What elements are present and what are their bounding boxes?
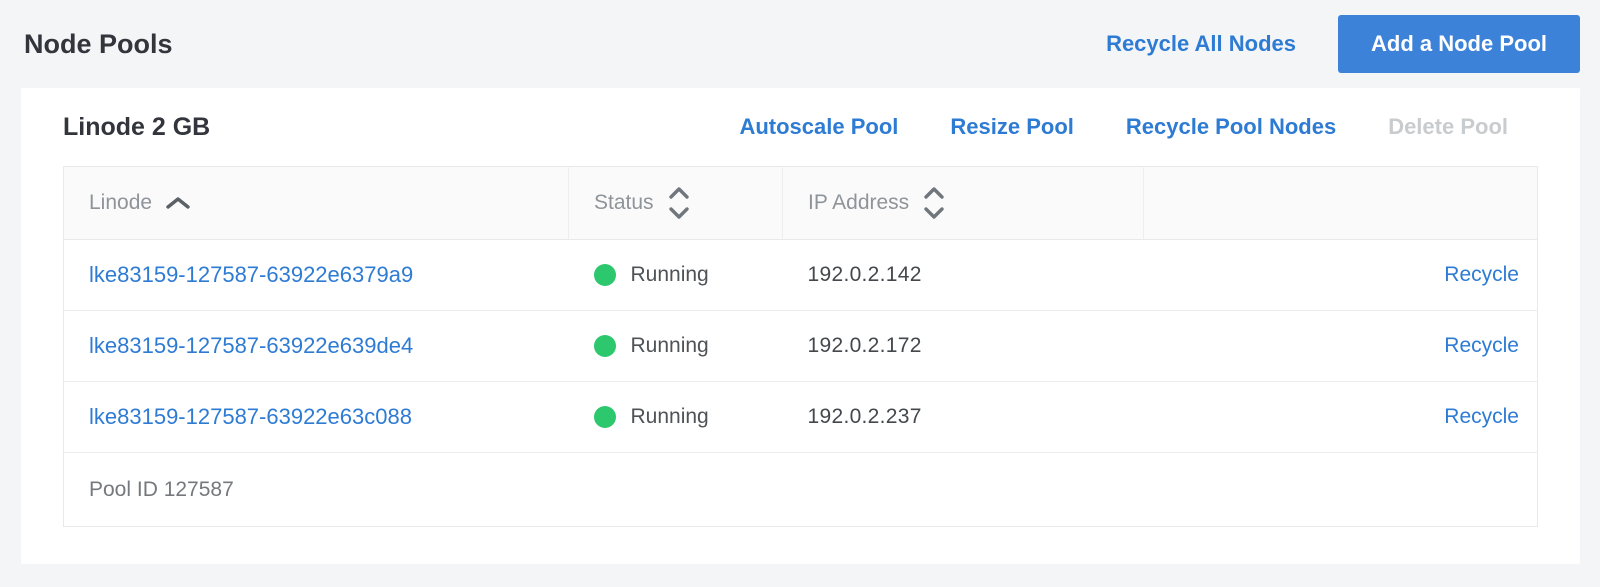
- status-cell: Running: [569, 240, 783, 311]
- linode-link[interactable]: lke83159-127587-63922e639de4: [89, 333, 413, 358]
- linode-link[interactable]: lke83159-127587-63922e63c088: [89, 404, 412, 429]
- autoscale-pool-link[interactable]: Autoscale Pool: [739, 114, 898, 140]
- linode-cell: lke83159-127587-63922e6379a9: [64, 240, 569, 311]
- page-title: Node Pools: [24, 29, 173, 60]
- linode-cell: lke83159-127587-63922e63c088: [64, 382, 569, 453]
- pool-name: Linode 2 GB: [63, 113, 739, 142]
- column-header-status-label: Status: [594, 191, 654, 215]
- status-label: Running: [631, 334, 709, 358]
- pool-id-label: Pool ID 127587: [64, 453, 1538, 527]
- ip-address: 192.0.2.172: [808, 334, 922, 357]
- status-running-icon: [594, 335, 616, 357]
- recycle-pool-nodes-link[interactable]: Recycle Pool Nodes: [1126, 114, 1336, 140]
- resize-pool-link[interactable]: Resize Pool: [950, 114, 1073, 140]
- recycle-node-link[interactable]: Recycle: [1444, 334, 1519, 357]
- pool-actions: Autoscale Pool Resize Pool Recycle Pool …: [739, 114, 1508, 140]
- node-pool-card: Linode 2 GB Autoscale Pool Resize Pool R…: [21, 88, 1580, 564]
- status-label: Running: [631, 263, 709, 287]
- table-row: lke83159-127587-63922e639de4 Running 192…: [64, 311, 1538, 382]
- delete-pool-link: Delete Pool: [1388, 114, 1508, 140]
- column-header-actions: [1144, 167, 1538, 240]
- ip-address: 192.0.2.237: [808, 405, 922, 428]
- table-header-row: Linode Status: [64, 167, 1538, 240]
- recycle-node-link[interactable]: Recycle: [1444, 405, 1519, 428]
- column-header-ip-address-label: IP Address: [808, 191, 909, 215]
- row-action-cell: Recycle: [1144, 382, 1538, 453]
- add-node-pool-button[interactable]: Add a Node Pool: [1338, 15, 1580, 73]
- linode-link[interactable]: lke83159-127587-63922e6379a9: [89, 262, 413, 287]
- linode-cell: lke83159-127587-63922e639de4: [64, 311, 569, 382]
- status-running-icon: [594, 406, 616, 428]
- column-header-ip-address[interactable]: IP Address: [783, 167, 1144, 240]
- page-header: Node Pools Recycle All Nodes Add a Node …: [0, 0, 1600, 88]
- table-row: lke83159-127587-63922e63c088 Running 192…: [64, 382, 1538, 453]
- table-row: lke83159-127587-63922e6379a9 Running 192…: [64, 240, 1538, 311]
- status-cell: Running: [569, 311, 783, 382]
- recycle-all-nodes-link[interactable]: Recycle All Nodes: [1106, 31, 1296, 57]
- ip-address: 192.0.2.142: [808, 263, 922, 286]
- row-action-cell: Recycle: [1144, 240, 1538, 311]
- sort-ascending-icon: [165, 196, 191, 210]
- column-header-linode-label: Linode: [89, 191, 152, 215]
- ip-cell: 192.0.2.237: [783, 382, 1144, 453]
- status-running-icon: [594, 264, 616, 286]
- pool-header: Linode 2 GB Autoscale Pool Resize Pool R…: [63, 88, 1538, 166]
- row-action-cell: Recycle: [1144, 311, 1538, 382]
- sort-icon: [922, 184, 946, 222]
- table-footer-row: Pool ID 127587: [64, 453, 1538, 527]
- recycle-node-link[interactable]: Recycle: [1444, 263, 1519, 286]
- ip-cell: 192.0.2.142: [783, 240, 1144, 311]
- status-cell: Running: [569, 382, 783, 453]
- status-label: Running: [631, 405, 709, 429]
- column-header-status[interactable]: Status: [569, 167, 783, 240]
- sort-icon: [667, 184, 691, 222]
- nodes-table: Linode Status: [63, 166, 1538, 527]
- column-header-linode[interactable]: Linode: [64, 167, 569, 240]
- ip-cell: 192.0.2.172: [783, 311, 1144, 382]
